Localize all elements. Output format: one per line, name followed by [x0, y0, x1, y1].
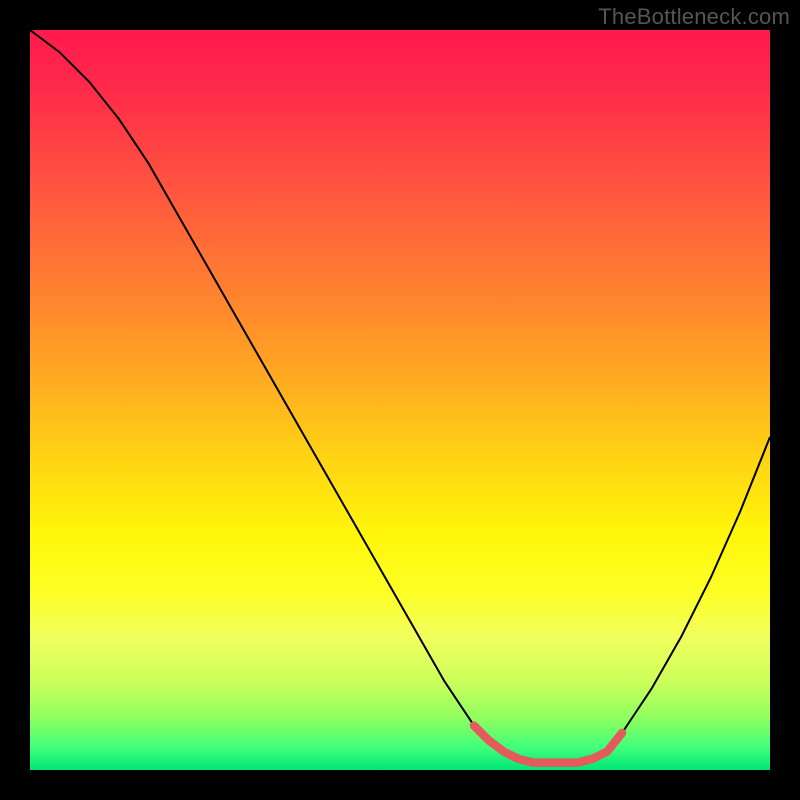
- chart-svg: [30, 30, 770, 770]
- chart-gradient-area: [30, 30, 770, 770]
- watermark-text: TheBottleneck.com: [598, 4, 790, 30]
- bottleneck-curve: [30, 30, 770, 763]
- optimal-range-highlight: [474, 726, 622, 763]
